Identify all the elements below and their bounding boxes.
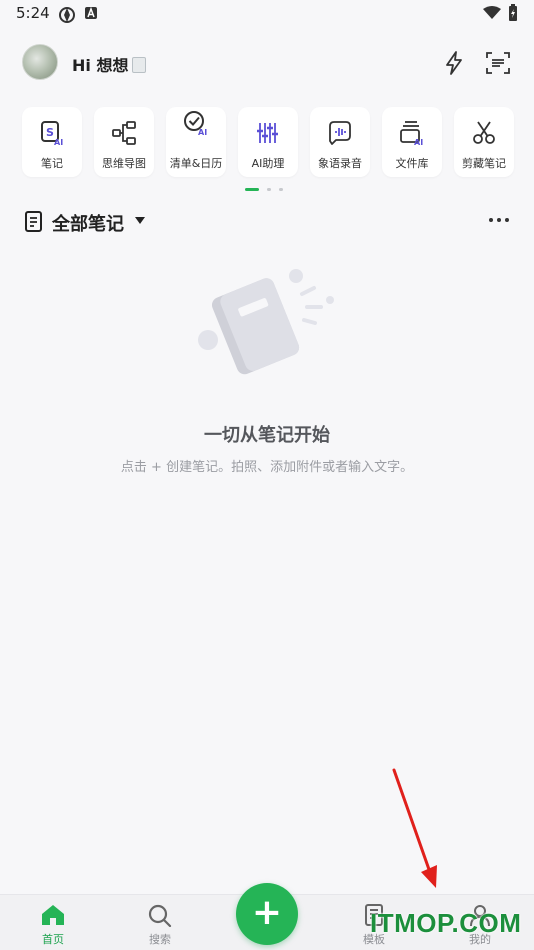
- tool-checklist[interactable]: AI 清单&日历: [166, 107, 226, 177]
- mindmap-icon: [112, 121, 136, 145]
- lightning-icon[interactable]: [441, 50, 467, 76]
- status-time: 5:24: [16, 4, 50, 22]
- tool-ai-assistant[interactable]: AI助理: [238, 107, 298, 177]
- page-indicator: [0, 187, 534, 193]
- nav-search[interactable]: 搜索: [130, 903, 190, 949]
- watermark: ITMOP.COM: [370, 908, 522, 938]
- tool-voice-record[interactable]: 象语录音: [310, 107, 370, 177]
- section-title: 全部笔记: [52, 214, 124, 235]
- search-icon: [148, 904, 172, 927]
- note-ai-icon: S AI: [41, 121, 63, 147]
- empty-state-title: 一切从笔记开始: [204, 425, 330, 446]
- annotation-arrow-icon: [392, 768, 437, 888]
- nav-home[interactable]: 首页: [23, 903, 83, 949]
- tool-label: 笔记: [41, 157, 63, 170]
- empty-notebook-illustration: [198, 269, 334, 375]
- nav-label: 搜索: [149, 933, 171, 946]
- sync-status-icon: [59, 7, 75, 23]
- header: Hi 想想: [0, 40, 534, 84]
- nav-label: 首页: [42, 933, 64, 946]
- svg-text:AI: AI: [54, 138, 63, 147]
- scan-icon[interactable]: [485, 50, 511, 76]
- tool-clip[interactable]: 剪藏笔记: [454, 107, 514, 177]
- svg-text:S: S: [46, 126, 54, 139]
- page-dot: [267, 188, 271, 191]
- wifi-icon: [483, 6, 501, 19]
- tool-label: 思维导图: [102, 157, 146, 170]
- section-header: 全部笔记: [22, 208, 512, 236]
- add-icon: +: [251, 892, 283, 933]
- tool-label: 象语录音: [318, 157, 362, 170]
- page-dot-active: [245, 188, 259, 191]
- greeting: Hi 想想: [72, 52, 147, 76]
- add-note-button[interactable]: +: [236, 883, 298, 945]
- tool-label: 清单&日历: [169, 157, 223, 170]
- notification-a-icon: [85, 6, 97, 19]
- svg-text:AI: AI: [198, 128, 207, 137]
- empty-state-subtitle: 点击 + 创建笔记。拍照、添加附件或者输入文字。: [120, 460, 414, 475]
- chevron-down-icon: [135, 217, 145, 224]
- battery-icon: [509, 4, 517, 21]
- home-icon: [42, 905, 64, 925]
- tool-note[interactable]: S AI 笔记: [22, 107, 82, 177]
- tool-label: 文件库: [395, 157, 429, 170]
- avatar[interactable]: [22, 44, 58, 80]
- file-library-icon: AI: [400, 121, 423, 147]
- tool-label: 剪藏笔记: [462, 157, 506, 170]
- voice-record-icon: [329, 121, 351, 145]
- quick-tools: S AI 笔记 思维导图 AI 清单&日历 AI助理 象语录音 AI 文件库 剪…: [22, 107, 514, 179]
- ai-assistant-icon: [257, 123, 278, 143]
- more-icon[interactable]: [486, 208, 512, 232]
- status-bar: 5:24: [0, 0, 534, 28]
- tool-file-library[interactable]: AI 文件库: [382, 107, 442, 177]
- clip-icon: [473, 121, 495, 144]
- greeting-text: Hi 想想: [72, 56, 129, 75]
- svg-text:AI: AI: [414, 138, 423, 147]
- page-dot: [279, 188, 283, 191]
- membership-badge-icon: [132, 57, 147, 73]
- tool-mindmap[interactable]: 思维导图: [94, 107, 154, 177]
- notebook-icon: [25, 211, 42, 232]
- checklist-ai-icon: AI: [184, 111, 207, 137]
- tool-label: AI助理: [251, 157, 285, 170]
